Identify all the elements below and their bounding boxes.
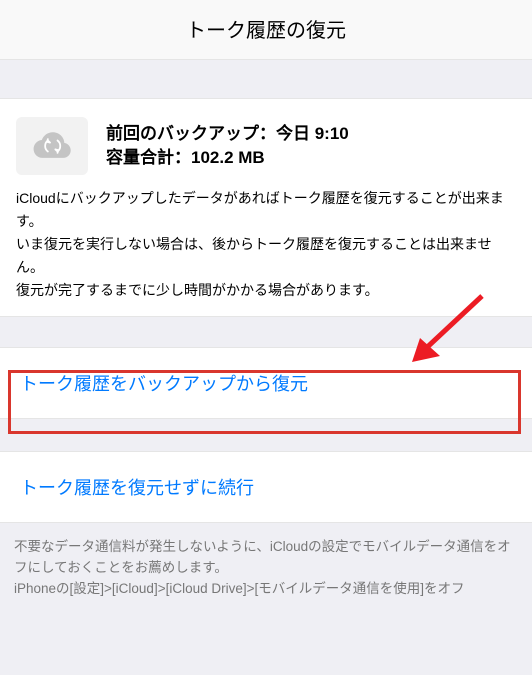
description-line-2: いま復元を実行しない場合は、後からトーク履歴を復元することは出来ません。 [16,233,516,279]
restore-from-backup-button[interactable]: トーク履歴をバックアップから復元 [0,347,532,419]
spacer [0,317,532,347]
total-size-label: 容量合計： [106,148,191,167]
description-line-1: iCloudにバックアップしたデータがあればトーク履歴を復元することが出来ます。 [16,187,516,233]
spacer [0,419,532,451]
backup-text: 前回のバックアップ：今日 9:10 容量合計：102.2 MB [106,122,516,170]
total-size-line: 容量合計：102.2 MB [106,146,516,170]
continue-without-restore-label: トーク履歴を復元せずに続行 [20,474,512,500]
total-size-value: 102.2 MB [191,148,265,167]
page-title: トーク履歴の復元 [0,14,532,43]
spacer [0,60,532,98]
footer-line-2: iPhoneの[設定]>[iCloud]>[iCloud Drive]>[モバイ… [14,579,518,600]
last-backup-label: 前回のバックアップ： [106,124,276,143]
backup-row: 前回のバックアップ：今日 9:10 容量合計：102.2 MB [16,117,516,175]
cloud-sync-icon [16,117,88,175]
backup-info-section: 前回のバックアップ：今日 9:10 容量合計：102.2 MB iCloudにバ… [0,98,532,317]
description-line-3: 復元が完了するまでに少し時間がかかる場合があります。 [16,279,516,302]
description-text: iCloudにバックアップしたデータがあればトーク履歴を復元することが出来ます。… [16,187,516,302]
restore-from-backup-label: トーク履歴をバックアップから復元 [20,370,512,396]
header: トーク履歴の復元 [0,0,532,60]
footer-line-1: 不要なデータ通信料が発生しないように、iCloudの設定でモバイルデータ通信をオ… [14,537,518,579]
last-backup-line: 前回のバックアップ：今日 9:10 [106,122,516,146]
last-backup-value: 今日 9:10 [276,124,349,143]
footer-note: 不要なデータ通信料が発生しないように、iCloudの設定でモバイルデータ通信をオ… [0,523,532,614]
continue-without-restore-button[interactable]: トーク履歴を復元せずに続行 [0,451,532,523]
